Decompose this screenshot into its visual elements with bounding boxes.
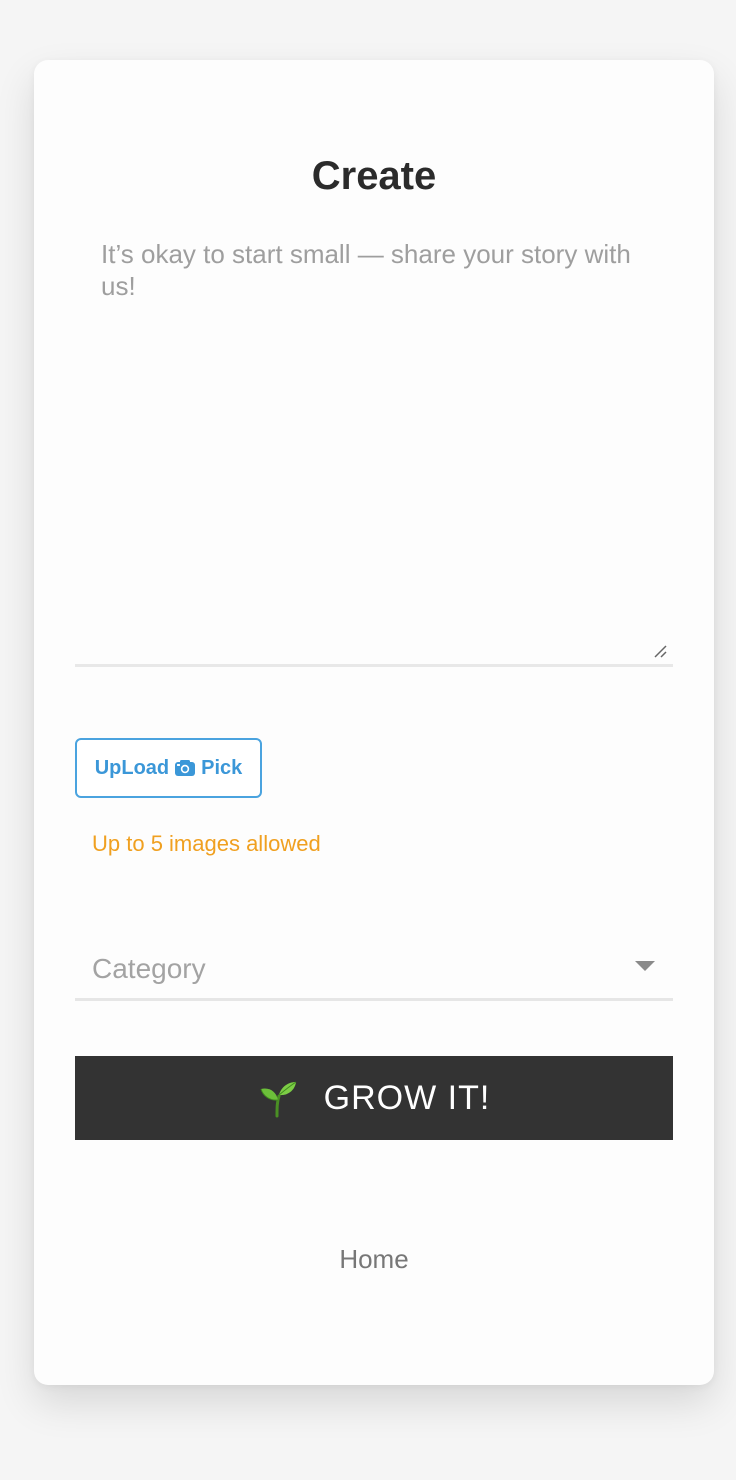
story-textarea[interactable] [75, 222, 673, 664]
home-link[interactable]: Home [34, 1243, 714, 1275]
camera-icon [175, 760, 196, 776]
category-placeholder: Category [92, 953, 206, 984]
image-limit-note: Up to 5 images allowed [92, 831, 321, 856]
chevron-down-icon [635, 961, 655, 971]
grow-it-button[interactable]: GROW IT! [75, 1056, 673, 1140]
sprout-icon [260, 1081, 296, 1118]
page-title: Create [311, 154, 437, 198]
category-select[interactable]: Category [75, 940, 673, 1001]
resize-handle-icon[interactable] [653, 644, 667, 658]
pick-label: Pick [201, 756, 243, 779]
story-field[interactable] [75, 222, 673, 667]
grow-it-label: GROW IT! [323, 1078, 491, 1117]
upload-pick-button[interactable]: UpLoad Pick [75, 738, 262, 798]
create-card: Create UpLoad Pick Up to 5 images allowe… [34, 60, 714, 1385]
upload-label: UpLoad [94, 756, 170, 779]
